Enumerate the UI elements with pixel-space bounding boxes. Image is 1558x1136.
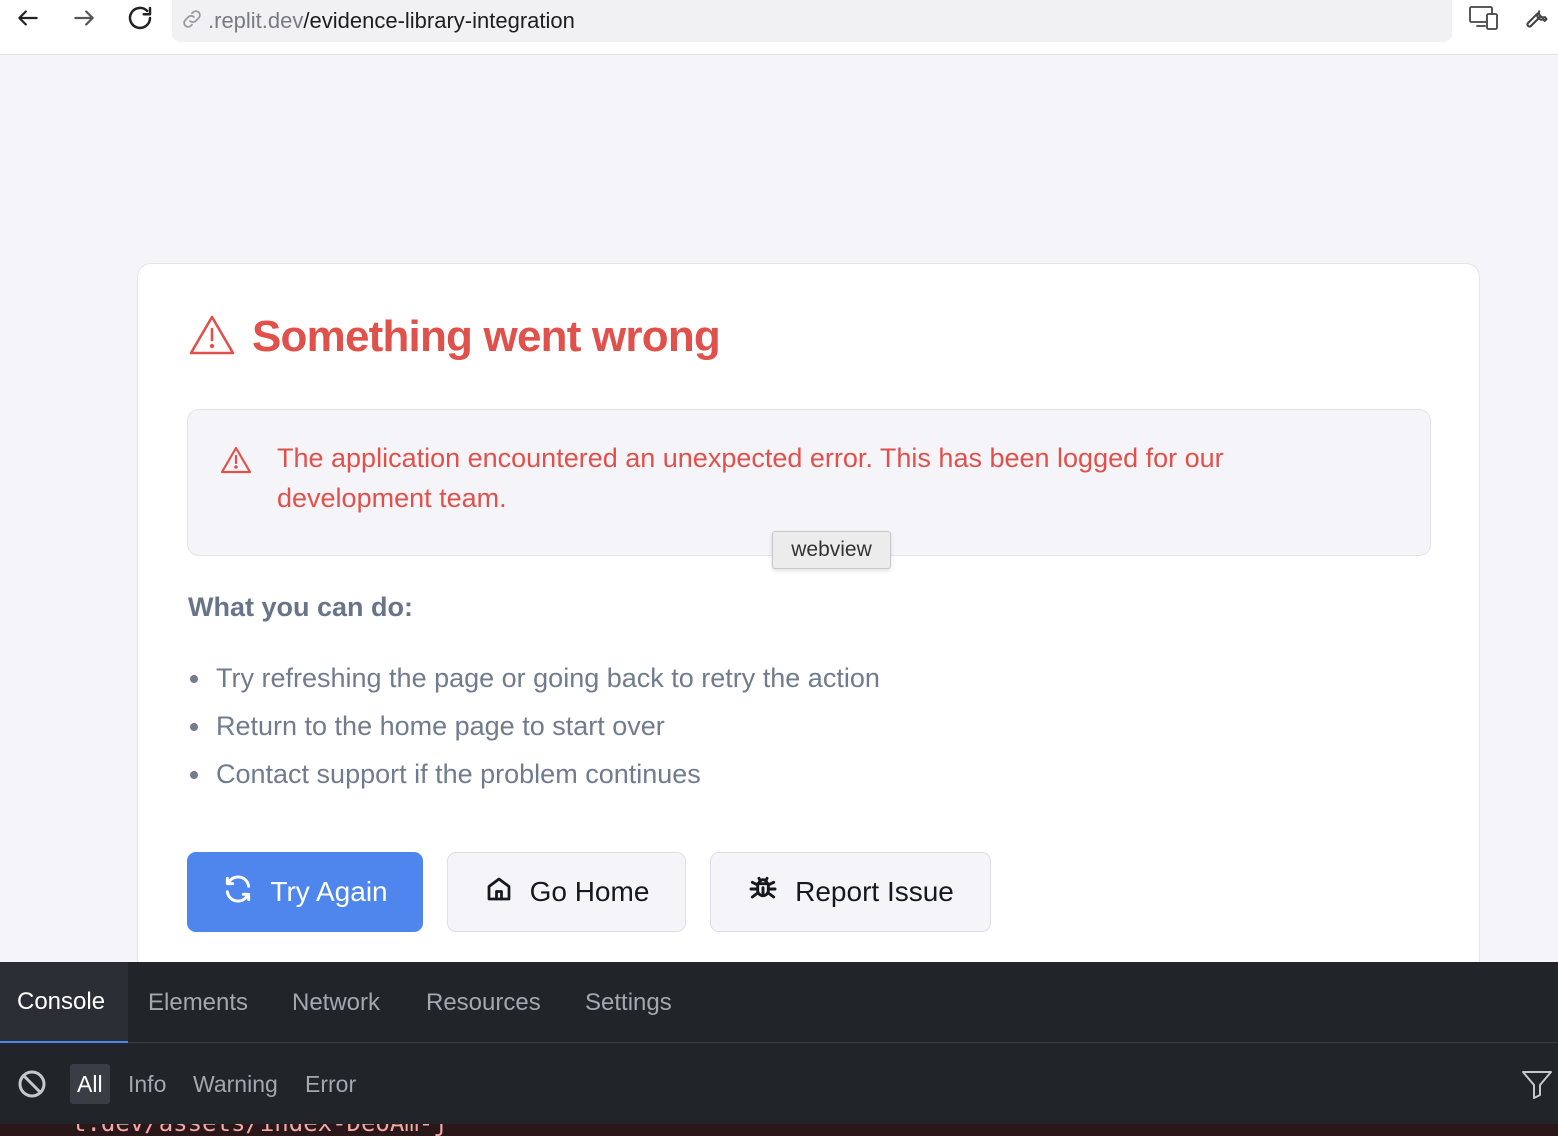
suggestion-item: Return to the home page to start over [188,702,880,750]
what-you-can-do-heading: What you can do: [188,592,413,622]
tab-elements[interactable]: Elements [148,962,248,1043]
devtools-button[interactable] [1518,2,1554,38]
try-again-label: Try Again [270,876,388,907]
tab-console[interactable]: Console [0,962,128,1043]
responsive-devices-icon [1468,4,1500,37]
home-icon [484,874,530,911]
report-issue-label: Report Issue [795,876,954,907]
back-button[interactable] [10,2,46,38]
tab-resources[interactable]: Resources [426,962,541,1043]
report-issue-button[interactable]: Report Issue [710,852,991,932]
refresh-icon [222,873,270,912]
bug-icon [747,873,795,912]
console-filter-bar: All Info Warning Error [0,1044,1558,1124]
clear-console-icon[interactable] [16,1068,48,1105]
error-title: Something went wrong [252,312,721,361]
reload-button[interactable] [122,2,158,38]
filter-all[interactable]: All [70,1064,110,1104]
reload-icon [125,3,155,38]
try-again-button[interactable]: Try Again [187,852,423,932]
devtools-tabs: Console Elements Network Resources Setti… [0,962,1558,1043]
url-host: .replit.dev [208,8,304,33]
wrench-icon [1522,4,1550,37]
responsive-mode-button[interactable] [1466,2,1502,38]
suggestion-item: Contact support if the problem continues [188,750,880,798]
webview-tooltip: webview [772,531,891,569]
filter-warning[interactable]: Warning [186,1064,285,1104]
forward-button[interactable] [66,2,102,38]
console-log-line: t.dev/assets/index-DeoAm-j [0,1124,1558,1136]
suggestions-list: Try refreshing the page or going back to… [188,654,880,798]
alert-warning-icon [220,445,252,480]
forward-arrow-icon [71,5,97,36]
back-arrow-icon [15,5,41,36]
console-log-text: t.dev/assets/index-DeoAm-j [72,1124,448,1136]
go-home-label: Go Home [529,876,650,907]
address-bar[interactable]: .replit.dev/evidence-library-integration [172,0,1452,42]
error-alert-message: The application encountered an unexpecte… [277,443,1224,513]
link-icon [180,7,204,36]
error-card: Something went wrong The application enc… [137,263,1480,1023]
filter-info[interactable]: Info [121,1064,173,1104]
go-home-button[interactable]: Go Home [447,852,686,932]
warning-triangle-icon [188,313,236,362]
suggestion-item: Try refreshing the page or going back to… [188,654,880,702]
devtools-panel: Console Elements Network Resources Setti… [0,962,1558,1136]
tab-settings[interactable]: Settings [585,962,672,1043]
filter-funnel-icon[interactable] [1520,1068,1554,1105]
filter-error[interactable]: Error [298,1064,363,1104]
browser-toolbar: .replit.dev/evidence-library-integration [0,0,1558,55]
error-header: Something went wrong [188,312,721,362]
url-path: /evidence-library-integration [303,8,575,33]
tab-network[interactable]: Network [292,962,380,1043]
